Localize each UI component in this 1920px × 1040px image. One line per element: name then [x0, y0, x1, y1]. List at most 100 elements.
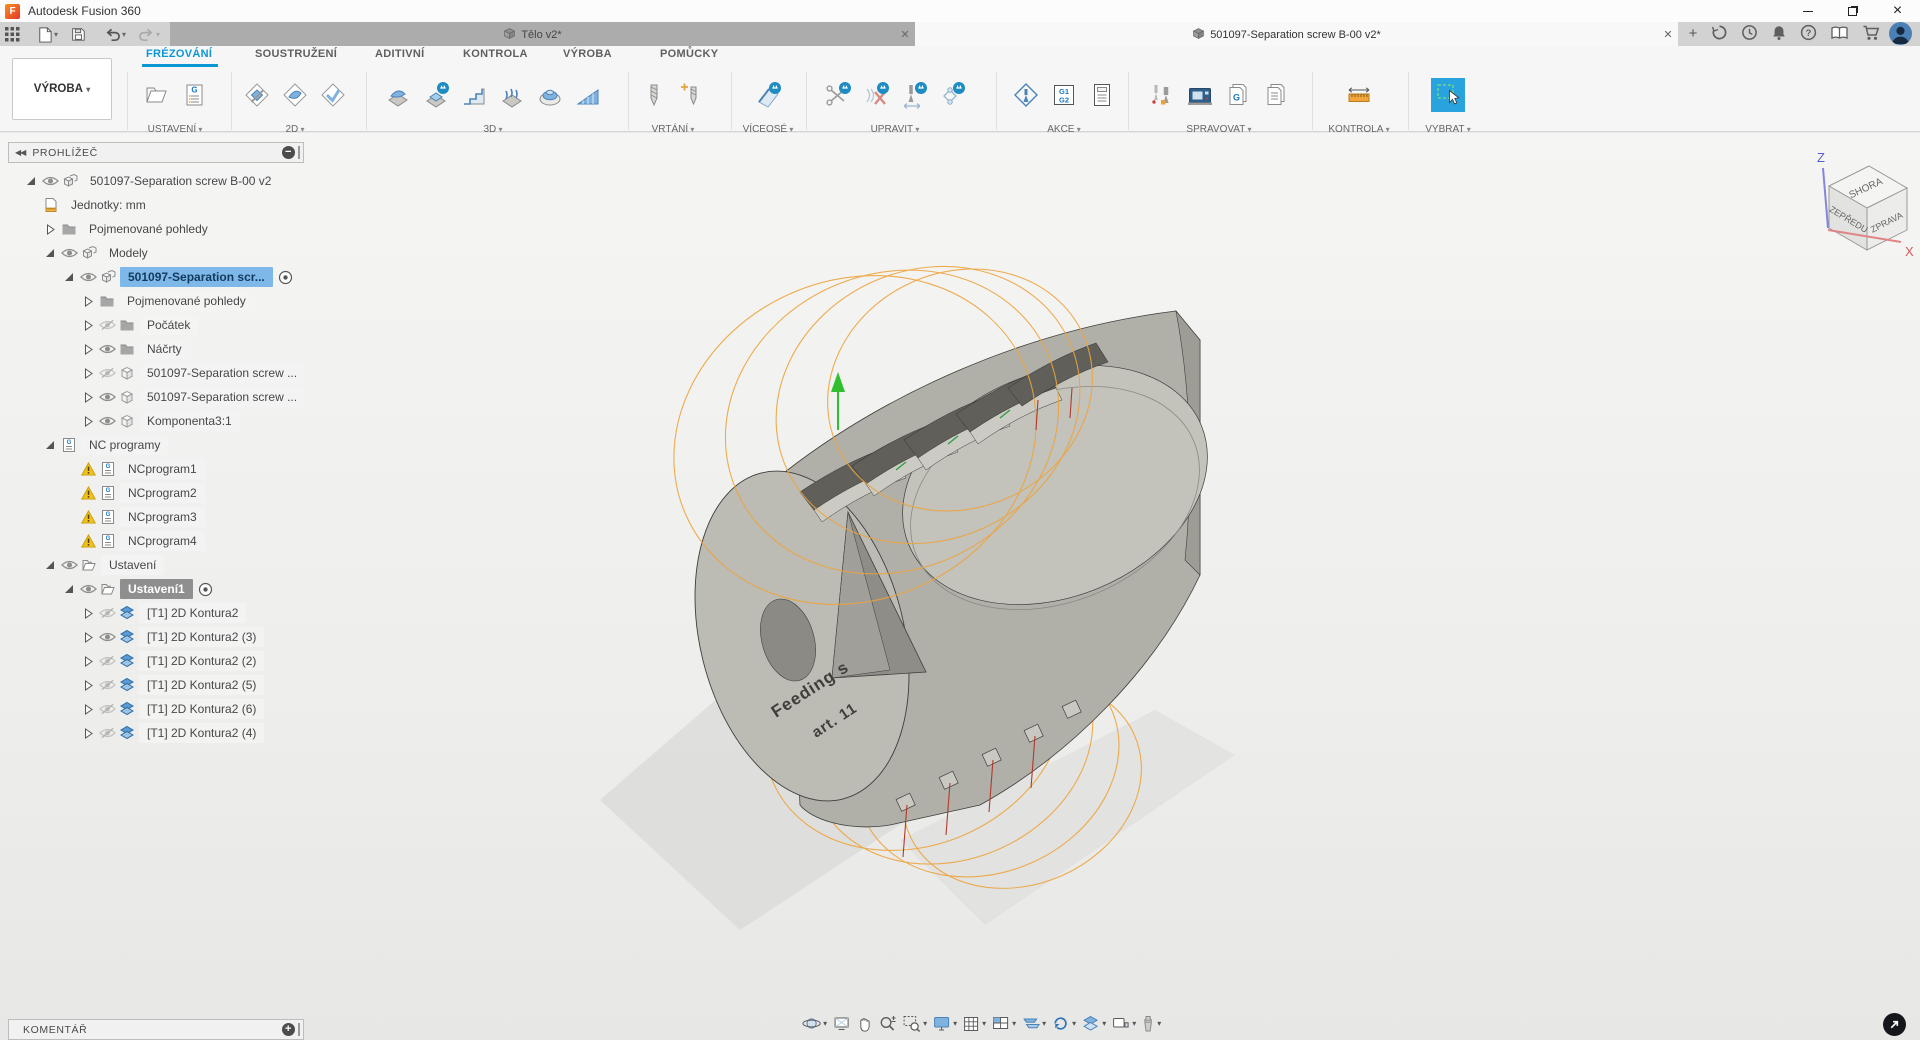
job-status-clock-icon[interactable]: [1741, 24, 1758, 41]
tree-item-label[interactable]: [T1] 2D Kontura2 (6): [139, 699, 264, 719]
tree-item-label[interactable]: [T1] 2D Kontura2 (3): [139, 627, 264, 647]
expand-icon[interactable]: [41, 224, 59, 235]
ribbon-tab-soustruzeni[interactable]: SOUSTRUŽENÍ: [255, 48, 337, 60]
grid-settings-button[interactable]: ▾: [961, 1013, 987, 1035]
measure-button[interactable]: [1341, 72, 1377, 118]
visibility-eye-icon[interactable]: [97, 703, 117, 715]
toolpath-display-button[interactable]: ▾: [1020, 1012, 1047, 1035]
warning-icon[interactable]: [78, 534, 98, 548]
tree-item-label[interactable]: Ustavení1: [120, 579, 193, 599]
collapse-icon[interactable]: [41, 440, 59, 450]
collapse-icon[interactable]: [60, 272, 78, 282]
2d-contour-button[interactable]: [315, 72, 351, 118]
visibility-eye-icon[interactable]: [78, 583, 98, 595]
tree-row[interactable]: GNC programy: [41, 433, 168, 457]
tree-item-label[interactable]: NC programy: [81, 435, 168, 455]
tree-row[interactable]: [T1] 2D Kontura2 (6): [79, 697, 264, 721]
panel-drag-grip[interactable]: [298, 146, 300, 159]
visibility-eye-icon[interactable]: [97, 631, 117, 643]
expand-icon[interactable]: [79, 416, 97, 427]
setup-sheet-button[interactable]: [1084, 72, 1120, 118]
dropdown-caret-icon[interactable]: ▾: [1072, 1019, 1076, 1028]
display-settings-button[interactable]: ▾: [931, 1012, 958, 1035]
assistant-button[interactable]: [1883, 1013, 1906, 1036]
expand-icon[interactable]: [79, 296, 97, 307]
workspace-selector[interactable]: VÝROBA ▾: [12, 58, 112, 120]
tree-row[interactable]: Ustavení1: [60, 577, 213, 601]
tree-item-label[interactable]: Modely: [101, 243, 156, 263]
visibility-eye-icon[interactable]: [97, 679, 117, 691]
tree-row[interactable]: GNCprogram3: [60, 505, 205, 529]
fit-window-button[interactable]: ▾: [901, 1012, 928, 1035]
tree-row[interactable]: 501097-Separation scr...: [60, 265, 293, 289]
tab-close-icon[interactable]: ✕: [1658, 28, 1678, 41]
minimize-button[interactable]: [1785, 0, 1830, 22]
store-cart-icon[interactable]: [1862, 24, 1880, 41]
tree-item-label[interactable]: Pojmenované pohledy: [81, 219, 216, 239]
tree-row[interactable]: [T1] 2D Kontura2 (2): [79, 649, 264, 673]
tree-item-label[interactable]: NCprogram2: [120, 483, 205, 503]
swarf-button[interactable]: [750, 72, 786, 118]
drill-pattern-button[interactable]: [674, 72, 710, 118]
tree-item-label[interactable]: NCprogram4: [120, 531, 205, 551]
scallop-button[interactable]: [532, 72, 568, 118]
expand-icon[interactable]: [79, 728, 97, 739]
3d-model-view[interactable]: Feeding s art. 11: [600, 240, 1260, 940]
orbit-button[interactable]: ▾: [801, 1012, 828, 1035]
zoom-button[interactable]: [877, 1012, 898, 1035]
tree-item-label[interactable]: Náčrty: [139, 339, 190, 359]
visibility-eye-icon[interactable]: [40, 175, 60, 187]
refresh-button[interactable]: ▾: [1050, 1012, 1077, 1035]
steep-and-shallow-button[interactable]: [456, 72, 492, 118]
delete-toolpath-button[interactable]: [858, 72, 894, 118]
tree-row[interactable]: 501097-Separation screw ...: [79, 385, 305, 409]
visibility-eye-icon[interactable]: [97, 367, 117, 379]
ramp-button[interactable]: [570, 72, 606, 118]
template-library-button[interactable]: [1258, 72, 1294, 118]
comment-bar[interactable]: KOMENTÁŘ +: [8, 1019, 304, 1040]
learning-book-icon[interactable]: [1830, 25, 1849, 41]
new-tab-button[interactable]: +: [1684, 25, 1702, 43]
tree-item-label[interactable]: 501097-Separation screw ...: [139, 387, 305, 407]
tree-row[interactable]: Komponenta3:1: [79, 409, 240, 433]
post-process-button[interactable]: G1G2: [1046, 72, 1082, 118]
look-at-button[interactable]: [831, 1012, 852, 1035]
expand-icon[interactable]: [79, 320, 97, 331]
expand-icon[interactable]: [79, 632, 97, 643]
ribbon-tab-pomucky[interactable]: POMŮCKY: [660, 48, 718, 60]
drill-button[interactable]: [636, 72, 672, 118]
tree-item-label[interactable]: NCprogram1: [120, 459, 205, 479]
viewport-canvas[interactable]: Feeding s art. 11 SHORA ZEPŘEDU ZPRAVA Z…: [0, 133, 1920, 1040]
file-menu-button[interactable]: [32, 22, 56, 46]
visibility-eye-icon[interactable]: [97, 343, 117, 355]
visibility-eye-icon[interactable]: [59, 559, 79, 571]
adaptive-clearing-button[interactable]: [380, 72, 416, 118]
expand-icon[interactable]: [79, 368, 97, 379]
tree-item-label[interactable]: Počátek: [139, 315, 198, 335]
collapse-icon[interactable]: [41, 248, 59, 258]
visibility-eye-icon[interactable]: [97, 727, 117, 739]
expand-icon[interactable]: [79, 704, 97, 715]
dropdown-caret-icon[interactable]: ▾: [982, 1019, 986, 1028]
tree-item-label[interactable]: NCprogram3: [120, 507, 205, 527]
restore-button[interactable]: [1830, 0, 1875, 22]
undo-button[interactable]: [100, 22, 124, 46]
document-tab-telo[interactable]: Tělo v2* ✕: [170, 22, 915, 46]
collapse-icon[interactable]: [41, 560, 59, 570]
edit-points-button[interactable]: [934, 72, 970, 118]
dropdown-caret-icon[interactable]: ▾: [1102, 1019, 1106, 1028]
tree-row[interactable]: Ustavení: [41, 553, 164, 577]
close-button[interactable]: ×: [1875, 0, 1920, 22]
pan-button[interactable]: [855, 1013, 874, 1035]
dropdown-caret-icon[interactable]: ▾: [1012, 1019, 1016, 1028]
expand-icon[interactable]: [79, 392, 97, 403]
new-nc-program-button[interactable]: G: [176, 72, 212, 118]
tool-change-button[interactable]: [896, 72, 932, 118]
notifications-bell-icon[interactable]: [1771, 24, 1787, 41]
tree-row[interactable]: [T1] 2D Kontura2 (4): [79, 721, 264, 745]
parallel-button[interactable]: [494, 72, 530, 118]
ribbon-tab-vyroba[interactable]: VÝROBA: [563, 48, 612, 60]
panel-drag-grip[interactable]: [298, 1023, 300, 1036]
tree-row[interactable]: 501097-Separation screw B-00 v2: [22, 169, 279, 193]
trim-toolpath-button[interactable]: [820, 72, 856, 118]
